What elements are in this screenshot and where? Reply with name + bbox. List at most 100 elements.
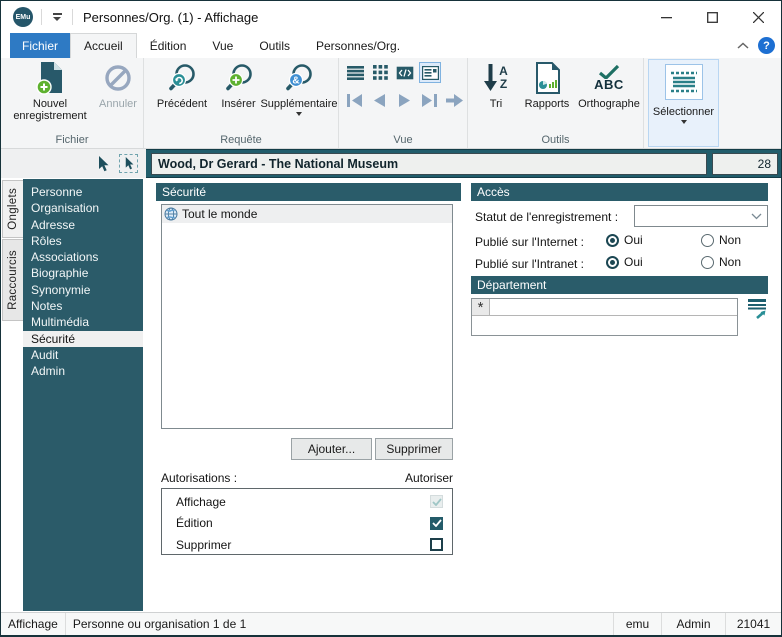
- sidebar-item-organisation[interactable]: Organisation: [23, 200, 143, 216]
- svg-text:&: &: [292, 76, 299, 87]
- supplementary-button[interactable]: & Supplémentaire: [262, 60, 336, 116]
- security-panel-header: Sécurité: [156, 183, 461, 201]
- next-record-icon: [398, 94, 411, 107]
- record-count: 28: [712, 153, 778, 175]
- group-label-fichier: Fichier: [1, 134, 143, 146]
- internet-oui-option[interactable]: Oui: [606, 233, 643, 247]
- radio-internet-non[interactable]: [701, 234, 714, 247]
- collapse-ribbon-icon[interactable]: [737, 42, 749, 50]
- goto-record-button: [442, 90, 466, 111]
- sidebar-item-biographie[interactable]: Biographie: [23, 265, 143, 281]
- maximize-button[interactable]: [689, 2, 735, 33]
- status-user: emu: [613, 613, 661, 635]
- record-title: Wood, Dr Gerard - The National Museum: [151, 153, 707, 175]
- intranet-non-option[interactable]: Non: [701, 255, 741, 269]
- pointer-cursor-icon[interactable]: [97, 156, 109, 172]
- sidebar-item-personne[interactable]: Personne: [23, 184, 143, 200]
- security-listbox[interactable]: Tout le monde: [161, 204, 453, 429]
- tab-fichier[interactable]: Fichier: [10, 33, 70, 58]
- sidebar-item-notes[interactable]: Notes: [23, 298, 143, 314]
- spellcheck-button[interactable]: ABC Orthographe: [576, 60, 642, 110]
- select-cursor-icon[interactable]: [119, 154, 138, 173]
- view-grid-button[interactable]: [369, 62, 391, 83]
- app-window: EMu Personnes/Org. (1) - Affichage Fichi…: [0, 0, 782, 637]
- sidebar-item-audit[interactable]: Audit: [23, 347, 143, 363]
- first-record-icon: [346, 94, 363, 107]
- intranet-oui-option[interactable]: Oui: [606, 255, 643, 269]
- quick-access-dropdown-icon[interactable]: [50, 10, 64, 24]
- next-record-button: [392, 90, 416, 111]
- record-status-dropdown[interactable]: [634, 205, 768, 227]
- access-panel: Accès Statut de l'enregistrement : Publi…: [471, 183, 768, 343]
- internet-label: Publié sur l'Internet :: [475, 235, 584, 249]
- reports-button[interactable]: Rapports: [518, 60, 576, 110]
- grid-row-marker: *: [472, 299, 490, 316]
- checkbox-affichage-checked-disabled: [430, 495, 443, 508]
- lookup-list-icon[interactable]: [746, 298, 768, 320]
- module-tab-list: Personne Organisation Adresse Rôles Asso…: [23, 179, 143, 611]
- goto-record-icon: [446, 94, 463, 107]
- permissions-label: Autorisations :: [161, 471, 237, 485]
- tab-vue[interactable]: Vue: [199, 33, 246, 58]
- view-details-button[interactable]: [419, 62, 441, 83]
- record-strip: Wood, Dr Gerard - The National Museum 28: [1, 149, 781, 178]
- sidebar-item-adresse[interactable]: Adresse: [23, 217, 143, 233]
- status-mode: Affichage: [1, 613, 66, 635]
- cursor-tools: [1, 149, 146, 178]
- view-code-button[interactable]: [394, 62, 416, 83]
- sidebar-item-roles[interactable]: Rôles: [23, 233, 143, 249]
- tab-outils[interactable]: Outils: [246, 33, 303, 58]
- permissions-box: Affichage Édition Supprimer: [161, 488, 453, 555]
- new-record-button[interactable]: Nouvel enregistrement: [7, 60, 93, 122]
- minimize-button[interactable]: [643, 2, 689, 33]
- checkbox-supprimer-unchecked[interactable]: [430, 538, 443, 551]
- permission-row-edition: Édition: [162, 514, 452, 532]
- divider: [72, 9, 73, 25]
- record-status-label: Statut de l'enregistrement :: [475, 210, 618, 224]
- radio-intranet-non[interactable]: [701, 256, 714, 269]
- insert-button[interactable]: Insérer: [215, 60, 262, 110]
- close-icon: [753, 12, 764, 23]
- sidebar-item-multimedia[interactable]: Multimédia: [23, 314, 143, 330]
- select-button[interactable]: Sélectionner: [648, 59, 719, 147]
- intranet-label: Publié sur l'Intranet :: [475, 257, 584, 271]
- department-grid[interactable]: *: [471, 298, 738, 336]
- first-record-button: [342, 90, 366, 111]
- tab-personnes-org[interactable]: Personnes/Org.: [303, 33, 413, 58]
- previous-query-button[interactable]: Précédent: [150, 60, 214, 110]
- side-tab-raccourcis[interactable]: Raccourcis: [2, 239, 23, 321]
- close-button[interactable]: [735, 2, 781, 33]
- sidebar-item-synonymie[interactable]: Synonymie: [23, 282, 143, 298]
- remove-button[interactable]: Supprimer: [375, 438, 453, 460]
- sort-button[interactable]: A Z Tri: [476, 60, 516, 110]
- chevron-down-icon: [751, 213, 762, 220]
- sidebar-item-admin[interactable]: Admin: [23, 363, 143, 379]
- internet-non-option[interactable]: Non: [701, 233, 741, 247]
- authorize-column-label: Autoriser: [405, 471, 453, 485]
- globe-icon: [164, 207, 178, 221]
- group-label-vue: Vue: [339, 134, 467, 146]
- sidebar-item-securite[interactable]: Sécurité: [23, 331, 143, 347]
- sidebar-item-associations[interactable]: Associations: [23, 249, 143, 265]
- side-tab-onglets[interactable]: Onglets: [2, 180, 23, 238]
- search-previous-icon: [167, 60, 197, 96]
- tab-accueil[interactable]: Accueil: [70, 33, 137, 58]
- tab-edition[interactable]: Édition: [137, 33, 200, 58]
- title-bar: EMu Personnes/Org. (1) - Affichage: [1, 1, 781, 33]
- security-list-item-everyone[interactable]: Tout le monde: [162, 205, 452, 223]
- ribbon: Nouvel enregistrement Annuler Fichier: [1, 58, 781, 149]
- help-button[interactable]: ?: [758, 37, 775, 54]
- status-record-id: 21041: [725, 613, 781, 635]
- checkbox-edition-checked[interactable]: [430, 517, 443, 530]
- code-view-icon: [396, 66, 414, 80]
- new-record-icon: [35, 60, 65, 96]
- radio-internet-oui-selected[interactable]: [606, 234, 619, 247]
- dropdown-arrow-icon: [681, 120, 687, 124]
- radio-intranet-oui-selected[interactable]: [606, 256, 619, 269]
- list-view-icon: [347, 66, 364, 80]
- undo-disabled-icon: [104, 60, 132, 96]
- ribbon-group-vue: Vue: [339, 58, 468, 148]
- add-button[interactable]: Ajouter...: [291, 438, 372, 460]
- ribbon-tab-row: Fichier Accueil Édition Vue Outils Perso…: [1, 33, 781, 58]
- view-list-button[interactable]: [344, 62, 366, 83]
